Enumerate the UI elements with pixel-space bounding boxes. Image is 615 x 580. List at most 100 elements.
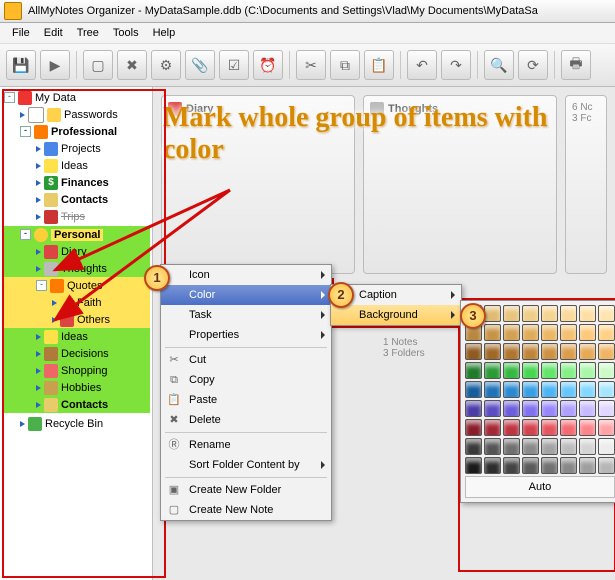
collapse-icon[interactable]: - bbox=[20, 229, 31, 240]
menu-file[interactable]: File bbox=[6, 25, 36, 41]
color-swatch[interactable] bbox=[598, 381, 615, 398]
color-swatch[interactable] bbox=[598, 343, 615, 360]
reminder-icon[interactable]: ⏰ bbox=[253, 50, 283, 80]
menu-cut[interactable]: ✂Cut bbox=[161, 350, 331, 370]
color-swatch[interactable] bbox=[560, 343, 577, 360]
menu-paste[interactable]: 📋Paste bbox=[161, 390, 331, 410]
color-swatch[interactable] bbox=[560, 400, 577, 417]
tree-recycle[interactable]: Recycle Bin bbox=[2, 415, 150, 432]
tree-item-projects[interactable]: Projects bbox=[2, 140, 150, 157]
tree-passwords[interactable]: Passwords bbox=[2, 106, 150, 123]
attach-icon[interactable]: 📎 bbox=[185, 50, 215, 80]
collapse-icon[interactable]: - bbox=[20, 126, 31, 137]
color-swatch[interactable] bbox=[522, 400, 539, 417]
collapse-icon[interactable]: - bbox=[4, 92, 15, 103]
color-swatch[interactable] bbox=[560, 324, 577, 341]
color-swatch[interactable] bbox=[541, 362, 558, 379]
color-swatch[interactable] bbox=[465, 419, 482, 436]
menu-new-note[interactable]: ▢Create New Note bbox=[161, 500, 331, 520]
color-swatch[interactable] bbox=[541, 343, 558, 360]
task-icon[interactable]: ☑ bbox=[219, 50, 249, 80]
color-swatch[interactable] bbox=[484, 438, 501, 455]
color-swatch[interactable] bbox=[579, 324, 596, 341]
color-swatch[interactable] bbox=[522, 305, 539, 322]
tree-item-others[interactable]: Others bbox=[2, 311, 150, 328]
color-swatch[interactable] bbox=[541, 419, 558, 436]
color-swatch[interactable] bbox=[541, 324, 558, 341]
save-icon[interactable]: 💾 bbox=[6, 50, 36, 80]
menu-color[interactable]: Color bbox=[161, 285, 331, 305]
color-swatch[interactable] bbox=[484, 324, 501, 341]
tree-professional[interactable]: - Professional bbox=[2, 123, 150, 140]
color-swatch[interactable] bbox=[579, 457, 596, 474]
menu-rename[interactable]: ⓇRename bbox=[161, 435, 331, 455]
undo-icon[interactable]: ↶ bbox=[407, 50, 437, 80]
copy-icon[interactable]: ⧉ bbox=[330, 50, 360, 80]
tree-item-contacts[interactable]: Contacts bbox=[2, 191, 150, 208]
color-swatch[interactable] bbox=[503, 324, 520, 341]
menu-task[interactable]: Task bbox=[161, 305, 331, 325]
menu-sort[interactable]: Sort Folder Content by bbox=[161, 455, 331, 475]
color-swatch[interactable] bbox=[522, 381, 539, 398]
color-swatch[interactable] bbox=[598, 419, 615, 436]
color-swatch[interactable] bbox=[484, 362, 501, 379]
color-swatch[interactable] bbox=[484, 343, 501, 360]
menu-tree[interactable]: Tree bbox=[71, 25, 105, 41]
color-swatch[interactable] bbox=[522, 438, 539, 455]
palette-auto[interactable]: Auto bbox=[465, 476, 615, 498]
color-swatch[interactable] bbox=[465, 400, 482, 417]
color-swatch[interactable] bbox=[503, 438, 520, 455]
color-swatch[interactable] bbox=[598, 305, 615, 322]
color-swatch[interactable] bbox=[522, 362, 539, 379]
menu-edit[interactable]: Edit bbox=[38, 25, 69, 41]
color-swatch[interactable] bbox=[465, 381, 482, 398]
color-swatch[interactable] bbox=[579, 343, 596, 360]
tree-item-ideas2[interactable]: Ideas bbox=[2, 328, 150, 345]
color-swatch[interactable] bbox=[522, 419, 539, 436]
redo-icon[interactable]: ↷ bbox=[441, 50, 471, 80]
color-swatch[interactable] bbox=[598, 438, 615, 455]
color-swatch[interactable] bbox=[541, 381, 558, 398]
color-swatch[interactable] bbox=[579, 362, 596, 379]
cut-icon[interactable]: ✂ bbox=[296, 50, 326, 80]
tree-item-thoughts[interactable]: Thoughts bbox=[2, 260, 150, 277]
menu-icon[interactable]: Icon bbox=[161, 265, 331, 285]
paste-icon[interactable]: 📋 bbox=[364, 50, 394, 80]
tree-root[interactable]: - My Data bbox=[2, 89, 150, 106]
color-swatch[interactable] bbox=[484, 400, 501, 417]
color-swatch[interactable] bbox=[503, 400, 520, 417]
color-swatch[interactable] bbox=[503, 457, 520, 474]
tree-item-ideas[interactable]: Ideas bbox=[2, 157, 150, 174]
tree-item-shopping[interactable]: Shopping bbox=[2, 362, 150, 379]
color-swatch[interactable] bbox=[541, 305, 558, 322]
color-swatch[interactable] bbox=[484, 381, 501, 398]
color-swatch[interactable] bbox=[465, 362, 482, 379]
color-swatch[interactable] bbox=[579, 305, 596, 322]
color-swatch[interactable] bbox=[541, 400, 558, 417]
menu-help[interactable]: Help bbox=[147, 25, 182, 41]
menu-properties[interactable]: Properties bbox=[161, 325, 331, 345]
color-swatch[interactable] bbox=[598, 457, 615, 474]
color-swatch[interactable] bbox=[579, 419, 596, 436]
color-swatch[interactable] bbox=[579, 438, 596, 455]
color-swatch[interactable] bbox=[503, 343, 520, 360]
color-swatch[interactable] bbox=[484, 419, 501, 436]
color-swatch[interactable] bbox=[465, 438, 482, 455]
color-swatch[interactable] bbox=[541, 457, 558, 474]
color-swatch[interactable] bbox=[541, 438, 558, 455]
menu-delete[interactable]: ✖Delete bbox=[161, 410, 331, 430]
tree-item-decisions[interactable]: Decisions bbox=[2, 345, 150, 362]
tree-item-quotes[interactable]: -Quotes bbox=[2, 277, 150, 294]
color-swatch[interactable] bbox=[579, 381, 596, 398]
color-swatch[interactable] bbox=[522, 324, 539, 341]
color-swatch[interactable] bbox=[522, 343, 539, 360]
color-swatch[interactable] bbox=[503, 305, 520, 322]
tree-item-trips[interactable]: Trips bbox=[2, 208, 150, 225]
menu-new-folder[interactable]: ▣Create New Folder bbox=[161, 480, 331, 500]
properties-icon[interactable]: ⚙ bbox=[151, 50, 181, 80]
color-swatch[interactable] bbox=[598, 400, 615, 417]
color-swatch[interactable] bbox=[560, 419, 577, 436]
collapse-icon[interactable]: - bbox=[36, 280, 47, 291]
print-icon[interactable]: 🖶 bbox=[561, 50, 591, 80]
tree-item-faith[interactable]: Faith bbox=[2, 294, 150, 311]
